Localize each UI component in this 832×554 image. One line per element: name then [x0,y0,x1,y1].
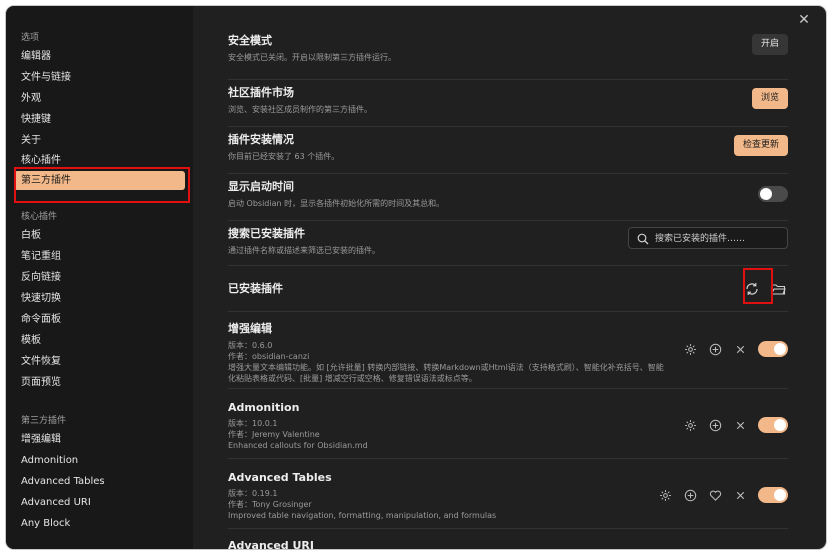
sidebar-item-plugin-advanced-uri[interactable]: Advanced URI [6,492,193,513]
plugin-row-advanced-tables: Advanced Tables 版本：0.19.1 作者：Tony Grosin… [228,459,788,529]
sidebar-third-party-list: 增强编辑 Admonition Advanced Tables Advanced… [6,429,193,534]
sidebar-item-core-plugins[interactable]: 核心插件 [6,151,193,170]
plugin-name: Advanced Tables [228,471,332,484]
sidebar-item-quick-switcher[interactable]: 快速切换 [6,288,193,309]
sidebar-item-plugin-enhance-editing[interactable]: 增强编辑 [6,429,193,450]
install-status-desc: 你目前已经安装了 63 个插件。 [228,152,340,161]
market-title: 社区插件市场 [228,86,294,99]
plus-circle-icon[interactable] [708,342,723,357]
sidebar-item-backlinks[interactable]: 反向链接 [6,267,193,288]
x-icon[interactable] [733,488,748,503]
toggle-knob [774,343,786,355]
sidebar-item-command-palette[interactable]: 命令面板 [6,309,193,330]
sidebar-item-templates[interactable]: 模板 [6,330,193,351]
plugin-enable-toggle[interactable] [758,417,788,433]
plugin-controls [683,341,788,357]
gear-icon[interactable] [683,418,698,433]
close-icon[interactable]: ✕ [796,12,812,28]
settings-window: 选项 编辑器 文件与链接 外观 快捷键 关于 核心插件 第三方插件 核心插件 白… [6,6,826,549]
gear-icon[interactable] [683,342,698,357]
settings-sidebar: 选项 编辑器 文件与链接 外观 快捷键 关于 核心插件 第三方插件 核心插件 白… [6,6,193,549]
sidebar-item-plugin-any-block[interactable]: Any Block [6,513,193,534]
plugin-row-advanced-uri: Advanced URI [228,529,788,549]
toggle-knob [774,489,786,501]
sidebar-item-about[interactable]: 关于 [6,130,193,151]
installed-plugins-title: 已安装插件 [228,282,283,295]
plugin-name: Advanced URI [228,539,314,549]
sidebar-item-page-preview[interactable]: 页面预览 [6,372,193,393]
sidebar-core-list: 白板 笔记重组 反向链接 快速切换 命令面板 模板 文件恢复 页面预览 [6,225,193,393]
refresh-icon[interactable] [744,281,760,297]
sidebar-item-appearance[interactable]: 外观 [6,88,193,109]
plugin-enable-toggle[interactable] [758,341,788,357]
plugin-name: 增强编辑 [228,322,272,335]
safe-mode-button[interactable]: 开启 [751,34,788,55]
plugin-search-input[interactable] [655,231,783,246]
startup-time-toggle[interactable] [758,186,788,202]
plugin-description: Improved table navigation, formatting, m… [228,511,497,520]
plugin-description: 增强大量文本编辑功能。如 [允许批量] 转换内部链接、转换Markdown或Ht… [228,363,664,383]
gear-icon[interactable] [658,488,673,503]
plus-circle-icon[interactable] [683,488,698,503]
sidebar-item-plugin-advanced-tables[interactable]: Advanced Tables [6,471,193,492]
sidebar-options-list: 编辑器 文件与链接 外观 快捷键 关于 核心插件 第三方插件 [6,46,193,190]
plugin-row-enhance-editing: 增强编辑 版本：0.6.0 作者：obsidian-canzi 增强大量文本编辑… [228,312,788,389]
check-updates-button[interactable]: 检查更新 [733,135,788,156]
plugin-controls [658,487,788,503]
toggle-knob [774,419,786,431]
toggle-knob [760,188,772,200]
x-icon[interactable] [733,418,748,433]
safe-mode-title: 安全模式 [228,34,272,47]
install-status-title: 插件安装情况 [228,133,294,146]
sidebar-item-editor[interactable]: 编辑器 [6,46,193,67]
settings-content: ✕ 安全模式 安全模式已关闭。开启以限制第三方插件运行。 开启 社区插件市场 浏… [193,6,826,549]
sidebar-item-file-recovery[interactable]: 文件恢复 [6,351,193,372]
startup-time-desc: 启动 Obsidian 时，显示各插件初始化所需的时间及其总和。 [228,199,445,208]
sidebar-item-files-links[interactable]: 文件与链接 [6,67,193,88]
browse-button[interactable]: 浏览 [751,88,788,109]
sidebar-item-hotkeys[interactable]: 快捷键 [6,109,193,130]
plugin-search-box[interactable] [628,227,788,249]
plus-circle-icon[interactable] [708,418,723,433]
setting-startup-time: 显示启动时间 启动 Obsidian 时，显示各插件初始化所需的时间及其总和。 [228,174,788,221]
market-desc: 浏览、安装社区成员制作的第三方插件。 [228,105,372,114]
sidebar-header-options: 选项 [21,33,40,43]
sidebar-item-note-composer[interactable]: 笔记重组 [6,246,193,267]
startup-time-title: 显示启动时间 [228,180,294,193]
search-icon [637,233,649,245]
plugin-name: Admonition [228,401,300,414]
setting-community-market: 社区插件市场 浏览、安装社区成员制作的第三方插件。 浏览 [228,80,788,127]
sidebar-item-community-plugins[interactable]: 第三方插件 [14,171,185,190]
plugin-row-admonition: Admonition 版本：10.0.1 作者：Jeremy Valentine… [228,389,788,459]
plugin-description: Enhanced callouts for Obsidian.md [228,441,368,450]
plugin-enable-toggle[interactable] [758,487,788,503]
safe-mode-desc: 安全模式已关闭。开启以限制第三方插件运行。 [228,53,396,62]
sidebar-item-plugin-admonition[interactable]: Admonition [6,450,193,471]
setting-search-installed: 搜索已安装插件 通过插件名称或描述来筛选已安装的插件。 [228,221,788,266]
plugin-controls [683,417,788,433]
sidebar-item-canvas[interactable]: 白板 [6,225,193,246]
sidebar-header-core: 核心插件 [21,212,58,222]
installed-plugins-header-row: 已安装插件 [228,266,788,312]
x-icon[interactable] [733,342,748,357]
folder-icon[interactable] [770,281,786,297]
setting-install-status: 插件安装情况 你目前已经安装了 63 个插件。 检查更新 [228,127,788,174]
sidebar-header-third-party: 第三方插件 [21,416,67,426]
setting-safe-mode: 安全模式 安全模式已关闭。开启以限制第三方插件运行。 开启 [228,32,788,80]
heart-icon[interactable] [708,488,723,503]
